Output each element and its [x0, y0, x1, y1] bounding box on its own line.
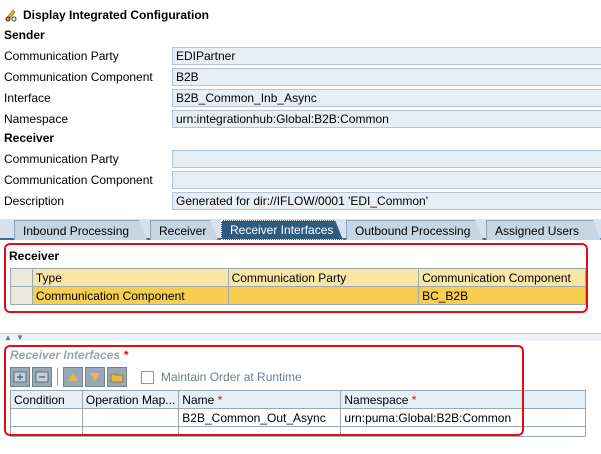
tab-receiver[interactable]: Receiver [150, 220, 218, 240]
collapse-up-icon[interactable]: ▲ [4, 333, 12, 342]
tab-receiver-interfaces[interactable]: Receiver Interfaces [221, 220, 343, 240]
receiver-component-label: Communication Component [4, 172, 153, 187]
sender-heading: Sender [4, 28, 45, 42]
sender-namespace-field[interactable]: urn:integrationhub:Global:B2B:Common [172, 109, 601, 128]
tab-assigned-users[interactable]: Assigned Users [486, 220, 601, 240]
sender-namespace-row: Namespace urn:integrationhub:Global:B2B:… [4, 109, 601, 128]
sender-interface-field[interactable]: B2B_Common_Inb_Async [172, 88, 601, 107]
tab-strip: Inbound Processing Receiver Receiver Int… [0, 219, 601, 240]
page-title: Display Integrated Configuration [4, 6, 209, 24]
receiver-heading: Receiver [4, 131, 55, 145]
description-label: Description [4, 193, 65, 208]
receiver-party-row: Communication Party [4, 149, 601, 168]
sender-component-label: Communication Component [4, 69, 153, 84]
receiver-party-field[interactable] [172, 149, 601, 168]
tab-outbound-processing[interactable]: Outbound Processing [346, 220, 483, 240]
sender-party-row: Communication Party EDIPartner [4, 46, 601, 65]
sender-party-label: Communication Party [4, 48, 119, 63]
description-field[interactable]: Generated for dir://IFLOW/0001 'EDI_Comm… [172, 191, 601, 210]
description-row: Description Generated for dir://IFLOW/00… [4, 191, 601, 210]
receiver-component-row: Communication Component [4, 170, 601, 189]
highlight-box-receiver-interfaces [4, 345, 524, 436]
sender-interface-row: Interface B2B_Common_Inb_Async [4, 88, 601, 107]
expand-down-icon[interactable]: ▼ [16, 333, 24, 342]
receiver-component-field[interactable] [172, 170, 601, 189]
sender-interface-label: Interface [4, 90, 51, 105]
highlight-box-receiver [4, 243, 588, 313]
sender-namespace-label: Namespace [4, 111, 69, 126]
sender-component-field[interactable]: B2B [172, 67, 601, 86]
receiver-party-label: Communication Party [4, 151, 119, 166]
sender-component-row: Communication Component B2B [4, 67, 601, 86]
page-title-text: Display Integrated Configuration [23, 8, 210, 22]
pencil-glasses-icon [5, 9, 17, 22]
sender-party-field[interactable]: EDIPartner [172, 46, 601, 65]
splitter[interactable]: ▲ ▼ [0, 333, 601, 342]
tab-inbound-processing[interactable]: Inbound Processing [14, 220, 147, 240]
